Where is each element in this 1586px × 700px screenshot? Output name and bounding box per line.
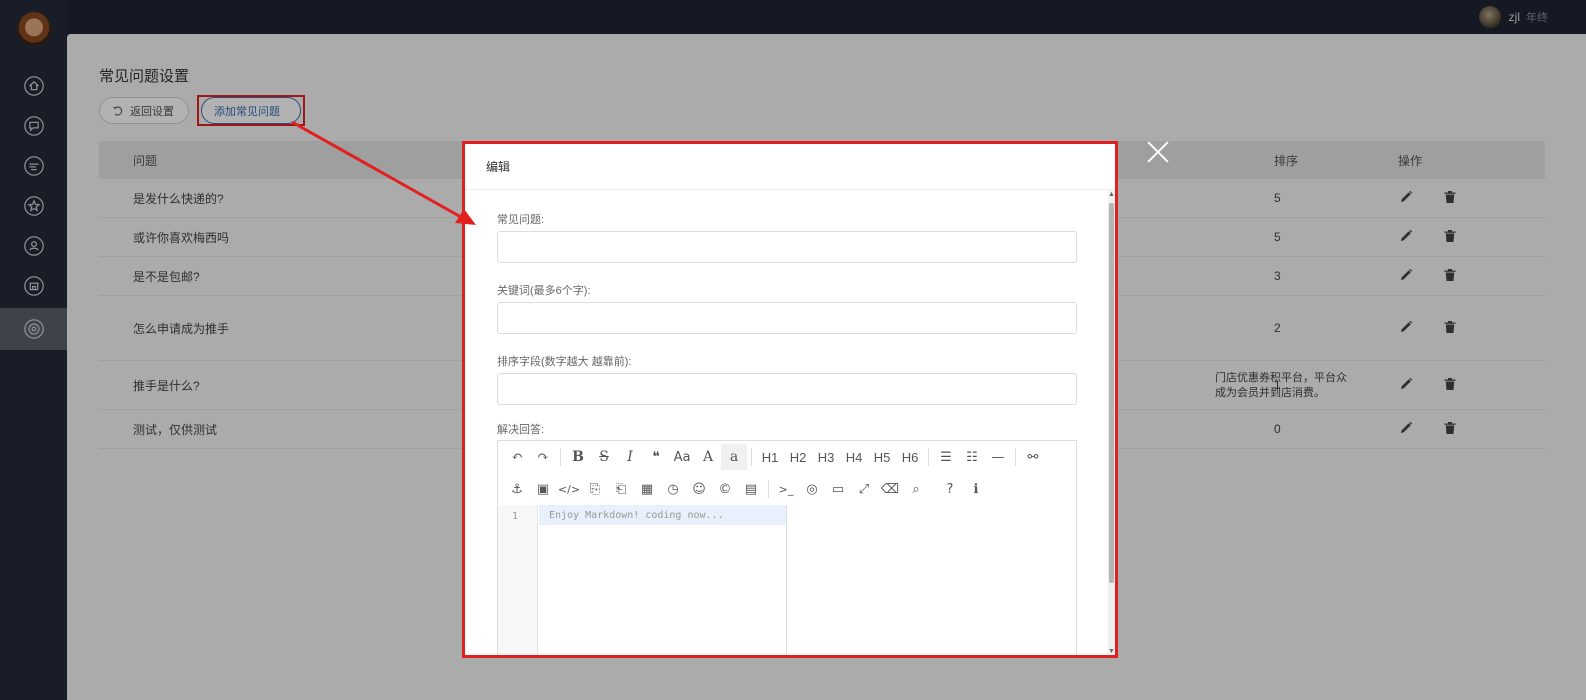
info-icon[interactable]: ℹ — [963, 476, 989, 502]
toolbar-divider — [751, 448, 752, 466]
h5-button[interactable]: H5 — [868, 444, 896, 470]
editor-toolbar-row-1: ↶ ↷ B S I ❝ Aa A a H1 H2 H3 H4 H5 H6 ☰ ☷ — [504, 442, 1046, 472]
editor-placeholder[interactable]: Enjoy Markdown! coding now... — [539, 505, 786, 525]
keywords-label: 关键词(最多6个字): — [497, 285, 591, 297]
toolbar-divider — [928, 448, 929, 466]
preformatted-icon[interactable]: ⎗ — [608, 476, 634, 502]
scroll-up-icon[interactable]: ▲ — [1108, 191, 1115, 199]
sort-label: 排序字段(数字越大 越靠前): — [497, 356, 632, 368]
keywords-input[interactable] — [497, 302, 1077, 334]
scroll-thumb[interactable] — [1109, 203, 1114, 583]
list-ol-icon[interactable]: ☷ — [959, 444, 985, 470]
hr-icon[interactable]: — — [985, 444, 1011, 470]
terminal-icon[interactable]: >_ — [773, 476, 799, 502]
h2-button[interactable]: H2 — [784, 444, 812, 470]
modal-scrollbar[interactable]: ▲ ▼ — [1108, 191, 1115, 656]
clear-icon[interactable]: ⌫ — [877, 476, 903, 502]
list-ul-icon[interactable]: ☰ — [933, 444, 959, 470]
toolbar-divider — [1015, 448, 1016, 466]
modal-title: 编辑 — [465, 143, 1115, 190]
html-entities-icon[interactable]: © — [712, 476, 738, 502]
code-icon[interactable]: </> — [556, 476, 582, 502]
help-icon[interactable]: ? — [937, 476, 963, 502]
faq-input[interactable] — [497, 231, 1077, 263]
toolbar-divider — [560, 448, 561, 466]
redo-icon[interactable]: ↷ — [530, 444, 556, 470]
datetime-icon[interactable]: ◷ — [660, 476, 686, 502]
sort-input[interactable] — [497, 373, 1077, 405]
scroll-down-icon[interactable]: ▼ — [1108, 648, 1115, 656]
link-icon[interactable]: ⚯ — [1020, 444, 1046, 470]
emoji-icon[interactable]: ☺ — [686, 476, 712, 502]
table-icon[interactable]: ▦ — [634, 476, 660, 502]
code-block-icon[interactable]: ⎘ — [582, 476, 608, 502]
bold-icon[interactable]: B — [565, 444, 591, 470]
anchor-icon[interactable]: ⚓ — [504, 476, 530, 502]
toolbar-divider — [768, 480, 769, 498]
undo-icon[interactable]: ↶ — [504, 444, 530, 470]
answer-label: 解决回答: — [497, 424, 545, 436]
h3-button[interactable]: H3 — [812, 444, 840, 470]
h4-button[interactable]: H4 — [840, 444, 868, 470]
h1-button[interactable]: H1 — [756, 444, 784, 470]
image-icon[interactable]: ▣ — [530, 476, 556, 502]
markdown-preview — [788, 505, 1076, 656]
pagebreak-icon[interactable]: ▤ — [738, 476, 764, 502]
edit-modal: 编辑 常见问题: 关键词(最多6个字): 排序字段(数字越大 越靠前): 解决回… — [465, 143, 1115, 656]
font-size-icon[interactable]: A — [695, 444, 721, 470]
markdown-editor: ↶ ↷ B S I ❝ Aa A a H1 H2 H3 H4 H5 H6 ☰ ☷ — [497, 440, 1077, 656]
line-number-gutter: 1 — [498, 505, 538, 656]
preview-icon[interactable]: ▭ — [825, 476, 851, 502]
h6-button[interactable]: H6 — [896, 444, 924, 470]
uppercase-icon[interactable]: Aa — [669, 444, 695, 470]
editor-toolbar-row-2: ⚓ ▣ </> ⎘ ⎗ ▦ ◷ ☺ © ▤ >_ ◎ ▭ ⤢ ⌫ ⌕ ? ℹ — [504, 474, 989, 504]
markdown-code-area[interactable]: Enjoy Markdown! coding now... — [539, 505, 787, 656]
faq-label: 常见问题: — [497, 214, 545, 226]
quote-icon[interactable]: ❝ — [643, 444, 669, 470]
modal-body: 常见问题: 关键词(最多6个字): 排序字段(数字越大 越靠前): 解决回答: … — [465, 191, 1108, 656]
fullscreen-icon[interactable]: ⤢ — [851, 476, 877, 502]
strikethrough-icon[interactable]: S — [591, 444, 617, 470]
italic-icon[interactable]: I — [617, 444, 643, 470]
search-icon[interactable]: ⌕ — [903, 476, 929, 502]
lowercase-icon[interactable]: a — [721, 444, 747, 470]
close-icon[interactable] — [1146, 140, 1170, 164]
watch-icon[interactable]: ◎ — [799, 476, 825, 502]
